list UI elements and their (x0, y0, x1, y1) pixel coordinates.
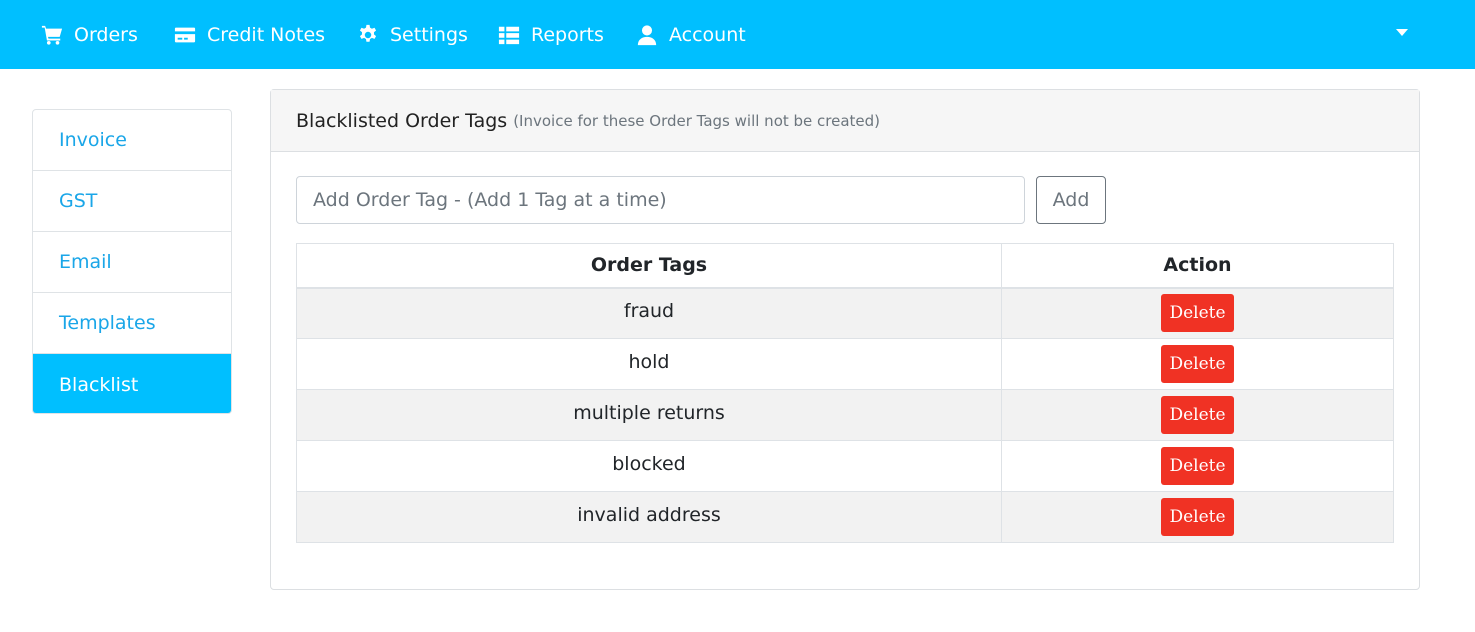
card-subtitle: (Invoice for these Order Tags will not b… (513, 111, 881, 130)
credit-card-icon (174, 27, 196, 42)
gear-icon (359, 24, 377, 42)
table-header-row: Order Tags Action (296, 243, 1394, 289)
card-header: Blacklisted Order Tags (Invoice for thes… (271, 90, 1419, 152)
delete-button[interactable]: Delete (1161, 396, 1234, 434)
table-list-icon (498, 26, 520, 44)
action-cell: Delete (1001, 338, 1394, 390)
dropdown-caret-icon[interactable] (1396, 29, 1408, 36)
blacklist-card: Blacklisted Order Tags (Invoice for thes… (270, 89, 1420, 590)
sidebar-item-email[interactable]: Email (33, 232, 231, 293)
nav-label-account: Account (669, 23, 746, 46)
column-header-action: Action (1001, 243, 1394, 289)
sidebar-item-gst[interactable]: GST (33, 171, 231, 232)
nav-item-settings[interactable]: Settings (357, 0, 468, 69)
sidebar-item-label: Templates (59, 312, 156, 334)
table-row: multiple returns Delete (296, 389, 1394, 441)
sidebar-item-label: Invoice (59, 129, 127, 151)
action-cell: Delete (1001, 440, 1394, 492)
nav-label-credit-notes: Credit Notes (207, 23, 326, 46)
table-row: blocked Delete (296, 440, 1394, 492)
tag-cell: fraud (296, 287, 1002, 339)
user-icon (637, 24, 657, 45)
nav-item-reports[interactable]: Reports (498, 0, 604, 69)
nav-item-account[interactable]: Account (636, 0, 746, 69)
action-cell: Delete (1001, 389, 1394, 441)
sidebar-item-blacklist[interactable]: Blacklist (33, 354, 231, 413)
sidebar-item-label: Blacklist (59, 373, 139, 396)
nav-label-settings: Settings (390, 23, 468, 46)
cart-icon (41, 25, 63, 45)
sidebar-item-invoice[interactable]: Invoice (33, 110, 231, 171)
sidebar-item-templates[interactable]: Templates (33, 293, 231, 354)
delete-button[interactable]: Delete (1161, 498, 1234, 536)
tag-cell: hold (296, 338, 1002, 390)
order-tag-input[interactable] (296, 176, 1025, 224)
table-row: fraud Delete (296, 287, 1394, 339)
tag-cell: multiple returns (296, 389, 1002, 441)
column-header-order-tags: Order Tags (296, 243, 1002, 289)
delete-button[interactable]: Delete (1161, 294, 1234, 333)
delete-button[interactable]: Delete (1161, 447, 1234, 485)
nav-label-orders: Orders (74, 23, 138, 46)
sidebar-item-label: GST (59, 190, 98, 212)
nav-item-orders[interactable]: Orders (41, 0, 138, 69)
action-cell: Delete (1001, 491, 1394, 543)
card-title: Blacklisted Order Tags (296, 109, 508, 132)
settings-sidebar: Invoice GST Email Templates Blacklist (32, 109, 232, 414)
action-cell: Delete (1001, 287, 1394, 339)
top-navbar: Orders Credit Notes Settings Reports Acc… (0, 0, 1475, 69)
tag-cell: invalid address (296, 491, 1002, 543)
table-row: hold Delete (296, 338, 1394, 390)
order-tags-table: Order Tags Action fraud Delete hold Dele… (296, 243, 1394, 543)
add-tag-button[interactable]: Add (1036, 176, 1106, 224)
nav-item-credit-notes[interactable]: Credit Notes (174, 0, 325, 69)
delete-button[interactable]: Delete (1161, 345, 1234, 383)
nav-label-reports: Reports (531, 23, 604, 46)
sidebar-item-label: Email (59, 251, 112, 273)
tag-cell: blocked (296, 440, 1002, 492)
table-row: invalid address Delete (296, 491, 1394, 543)
